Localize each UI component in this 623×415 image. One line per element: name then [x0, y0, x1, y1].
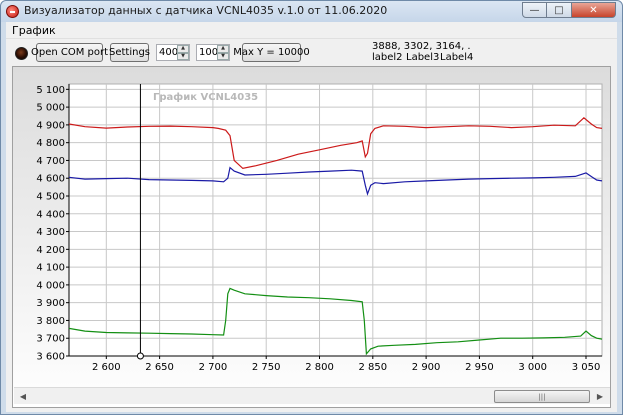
chart-panel: 2 600 2 650 2 700 2 750 2 800 2 850 2 900 2 950…: [12, 66, 611, 408]
y-tick-label: 4 000: [36, 280, 65, 291]
y-tick-label: 5 000: [36, 103, 65, 114]
y-tick-label: 4 600: [36, 174, 65, 185]
menu-item-graph[interactable]: График: [12, 24, 56, 37]
y-tick-label: 4 400: [36, 209, 65, 220]
y-tick-label: 4 900: [36, 120, 65, 131]
minimize-button[interactable]: —: [522, 2, 547, 18]
connection-status-led: [15, 47, 28, 60]
window-title: Визуализатор данных с датчика VCNL4035 v…: [24, 4, 388, 17]
interval-spin: ▲ ▼: [177, 45, 189, 60]
step-spin: ▲ ▼: [217, 45, 229, 60]
x-tick-label: 2 900: [412, 362, 441, 373]
y-tick-label: 5 100: [36, 85, 65, 96]
x-tick-label: 2 600: [92, 362, 121, 373]
x-tick-label: 2 850: [358, 362, 387, 373]
x-tick-label: 2 750: [252, 362, 281, 373]
label3-text: Label3: [406, 52, 440, 63]
maximize-button[interactable]: □: [547, 2, 572, 18]
y-tick-label: 4 500: [36, 192, 65, 203]
label2-text: label2: [372, 52, 403, 63]
sensor-chart[interactable]: 2 600 2 650 2 700 2 750 2 800 2 850 2 900 2 950…: [13, 67, 610, 387]
settings-button[interactable]: Settings: [109, 43, 150, 62]
close-button[interactable]: ✕: [572, 2, 616, 18]
y-tick-label: 4 300: [36, 227, 65, 238]
scroll-right-icon[interactable]: ▶: [592, 389, 608, 404]
app-icon: [6, 5, 19, 18]
menu-bar: График: [6, 22, 617, 39]
y-tick-label: 3 900: [36, 298, 65, 309]
max-y-button[interactable]: Max Y = 10000: [233, 43, 310, 62]
step-up-arrow-icon[interactable]: ▲: [217, 45, 229, 53]
interval-down-arrow-icon[interactable]: ▼: [177, 52, 189, 60]
chart-title: График VCNL4035: [153, 91, 258, 103]
y-tick-label: 3 700: [36, 334, 65, 345]
y-tick-label: 4 100: [36, 263, 65, 274]
app-window: Визуализатор данных с датчика VCNL4035 v…: [0, 0, 623, 415]
y-tick-label: 4 800: [36, 138, 65, 149]
x-tick-label: 2 700: [199, 362, 228, 373]
sensor-readout: 3888, 3302, 3164, .: [372, 41, 471, 52]
window-controls: — □ ✕: [522, 2, 616, 18]
x-tick-label: 2 650: [145, 362, 174, 373]
title-bar[interactable]: Визуализатор данных с датчика VCNL4035 v…: [1, 1, 622, 22]
cursor-handle: [136, 352, 144, 360]
x-tick-label: 2 800: [305, 362, 334, 373]
interval-up-arrow-icon[interactable]: ▲: [177, 45, 189, 53]
step-down-arrow-icon[interactable]: ▼: [217, 52, 229, 60]
toolbar: Open COM port Settings 400 ▲ ▼ 100 ▲ ▼ M…: [6, 40, 617, 66]
client-area: График Open COM port Settings 400 ▲ ▼ 10…: [6, 22, 617, 412]
scroll-left-icon[interactable]: ◀: [15, 389, 31, 404]
scrollbar-thumb[interactable]: |||: [494, 390, 590, 403]
interval-stepper[interactable]: 400 ▲ ▼: [156, 44, 190, 61]
x-tick-label: 3 000: [518, 362, 547, 373]
y-tick-label: 4 200: [36, 245, 65, 256]
step-stepper[interactable]: 100 ▲ ▼: [196, 44, 230, 61]
y-tick-label: 3 800: [36, 316, 65, 327]
label4-text: Label4: [440, 52, 474, 63]
y-tick-label: 3 600: [36, 352, 65, 363]
x-tick-label: 2 950: [465, 362, 494, 373]
y-tick-label: 4 700: [36, 156, 65, 167]
open-com-port-button[interactable]: Open COM port: [31, 43, 108, 62]
x-tick-label: 3 050: [572, 362, 601, 373]
grip-icon: |||: [538, 392, 546, 401]
chart-horizontal-scrollbar[interactable]: ◀ ||| ▶: [14, 387, 610, 404]
